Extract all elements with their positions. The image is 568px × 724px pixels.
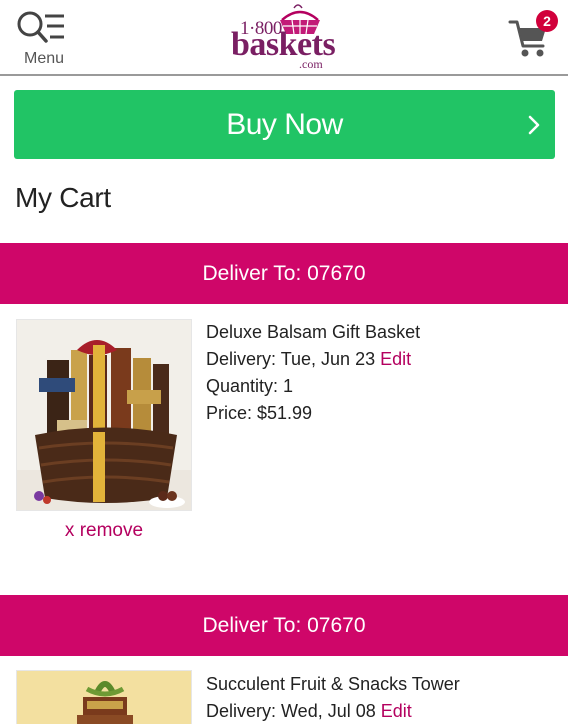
menu-label: Menu [23,50,65,67]
delivery-date: Delivery: Wed, Jul 08 [206,701,376,721]
product-name: Deluxe Balsam Gift Basket [206,322,421,342]
edit-delivery-link[interactable]: Edit [380,349,411,369]
delivery-row: Delivery: Tue, Jun 23 Edit [206,346,420,373]
delivery-row: Delivery: Wed, Jul 08 Edit [206,698,460,724]
deliver-to-bar: Deliver To: 07670 [0,595,568,656]
menu-button[interactable]: Menu [12,8,76,70]
price: Price: $51.99 [206,403,313,423]
fruit-tower-image [17,671,191,724]
logo-suffix: .com [299,57,323,71]
page-title: My Cart [15,182,111,213]
buy-now-button[interactable]: Buy Now [14,90,555,159]
cart-button[interactable]: 2 [508,10,560,62]
chevron-right-icon [528,115,540,135]
remove-item-link[interactable]: x remove [16,520,192,542]
gift-basket-image [17,320,191,510]
product-name: Succulent Fruit & Snacks Tower [206,674,460,694]
product-image-fruit-tower[interactable] [16,670,192,724]
delivery-date: Delivery: Tue, Jun 23 [206,349,376,369]
brand-logo[interactable]: 1·800 baskets .com [228,2,344,71]
deliver-to-bar: Deliver To: 07670 [0,243,568,304]
product-image-balsam-basket[interactable] [16,319,192,511]
menu-search-icon [17,11,64,43]
quantity: Quantity: 1 [206,376,294,396]
buy-now-label: Buy Now [226,108,343,141]
edit-delivery-link[interactable]: Edit [381,701,412,721]
cart-count-badge: 2 [536,10,558,32]
cart-item-details: Deluxe Balsam Gift Basket Delivery: Tue,… [206,319,420,427]
cart-item-details: Succulent Fruit & Snacks Tower Delivery:… [206,671,460,724]
header: Menu 1·800 baskets .com 2 [0,0,568,76]
